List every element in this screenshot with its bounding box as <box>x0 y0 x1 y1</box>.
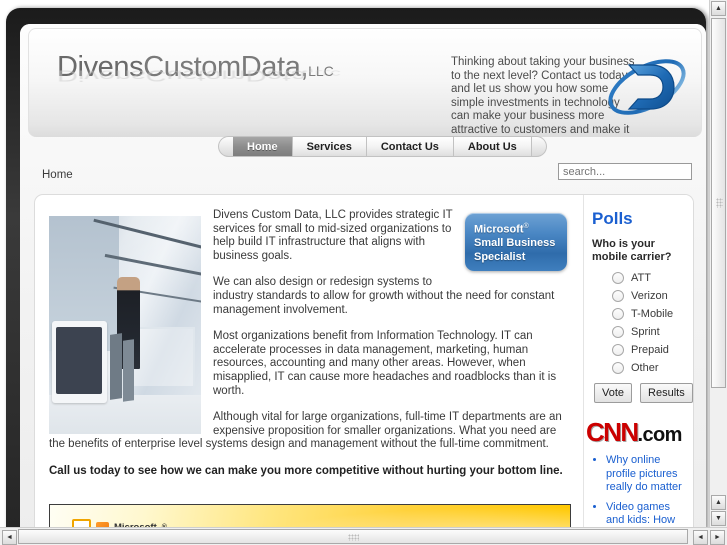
poll-option-t-mobile[interactable]: T-Mobile <box>612 308 687 320</box>
nav-item-about-us[interactable]: About Us <box>453 136 532 157</box>
cnn-logo-main: CNN <box>586 417 639 447</box>
vertical-scrollbar-thumb[interactable] <box>711 18 726 388</box>
cnn-logo-suffix: .com <box>637 424 683 446</box>
radio-icon-t-mobile[interactable] <box>612 308 624 320</box>
nav-item-home[interactable]: Home <box>233 136 293 157</box>
microsoft-small-business-specialist-badge: Microsoft® Small Business Specialist <box>465 213 567 271</box>
photo-panel-2 <box>123 339 135 403</box>
breadcrumb-row: Home <box>20 158 706 194</box>
main-content: Microsoft® Small Business Specialist Diven… <box>35 195 583 538</box>
badge-line-1: Microsoft <box>474 223 524 236</box>
poll-option-prepaid[interactable]: Prepaid <box>612 344 687 356</box>
logo-suffix: LLC <box>308 63 334 79</box>
scroll-up-arrow-icon[interactable]: ▲ <box>711 1 726 16</box>
cnn-logo[interactable]: CNN.com <box>586 419 687 445</box>
photo-monitor <box>52 320 107 404</box>
radio-icon-other[interactable] <box>612 362 624 374</box>
sidebar: Polls Who is your mobile carrier? ATT Ve… <box>583 195 693 538</box>
results-button[interactable]: Results <box>640 383 693 403</box>
badge-registered-mark: ® <box>523 223 529 230</box>
office-walkway-photo <box>49 216 201 434</box>
logo-regular-part: CustomData, <box>143 51 309 83</box>
browser-viewport: DivensCustomData,LLC DivensCustomData,LL… <box>0 0 727 545</box>
poll-option-label-sprint: Sprint <box>631 326 660 338</box>
scroll-right-arrow-icon[interactable]: ► <box>710 530 725 545</box>
polls-heading: Polls <box>592 209 633 228</box>
poll-option-label-att: ATT <box>631 272 651 284</box>
nav-left-cap <box>218 136 233 157</box>
site-logo-text: DivensCustomData,LLC <box>57 53 334 82</box>
nav-item-services[interactable]: Services <box>292 136 367 157</box>
scroll-left-arrow-icon-right[interactable]: ◄ <box>693 530 708 545</box>
nav-right-cap <box>531 136 547 157</box>
window-frame-inner: DivensCustomData,LLC DivensCustomData,LL… <box>20 24 706 538</box>
divens-d-orbit-logo-icon <box>608 59 686 115</box>
site-logo[interactable]: DivensCustomData,LLC DivensCustomData,LL… <box>57 53 341 85</box>
badge-line-3: Specialist <box>474 250 526 263</box>
scroll-left-arrow-icon[interactable]: ◄ <box>2 530 17 545</box>
cnn-news-widget: CNN.com Why online profile pictures real… <box>586 419 687 538</box>
poll-option-verizon[interactable]: Verizon <box>612 290 687 302</box>
logo-bold-part: Divens <box>57 51 144 83</box>
poll-option-label-t-mobile: T-Mobile <box>631 308 674 320</box>
radio-icon-sprint[interactable] <box>612 326 624 338</box>
vertical-scrollbar[interactable]: ▲ ▲ ▼ <box>709 0 727 528</box>
poll-option-label-verizon: Verizon <box>631 290 668 302</box>
badge-line-2: Small Business <box>474 237 556 250</box>
search-input[interactable] <box>558 163 692 180</box>
horizontal-scrollbar-thumb[interactable] <box>18 529 688 544</box>
poll-option-label-other: Other <box>631 362 659 374</box>
web-page: DivensCustomData,LLC DivensCustomData,LL… <box>20 24 706 538</box>
main-navigation[interactable]: Home Services Contact Us About Us <box>218 136 547 157</box>
scrollbar-grip-icon-horizontal <box>348 534 359 541</box>
nav-item-contact-us[interactable]: Contact Us <box>366 136 454 157</box>
breadcrumb[interactable]: Home <box>42 169 73 181</box>
scrollbar-grip-icon <box>716 198 723 208</box>
site-header: DivensCustomData,LLC DivensCustomData,LL… <box>28 28 702 137</box>
poll-option-label-prepaid: Prepaid <box>631 344 669 356</box>
poll-option-other[interactable]: Other <box>612 362 687 374</box>
radio-icon-att[interactable] <box>612 272 624 284</box>
window-frame: DivensCustomData,LLC DivensCustomData,LL… <box>6 8 706 538</box>
scroll-up-arrow-icon-bottom[interactable]: ▲ <box>711 495 726 510</box>
poll-option-att[interactable]: ATT <box>612 272 687 284</box>
poll-question: Who is your mobile carrier? <box>592 238 672 263</box>
horizontal-scrollbar[interactable]: ◄ ◄ ► <box>0 527 727 545</box>
call-to-action-text: Call us today to see how we can make you… <box>49 464 563 477</box>
scroll-down-arrow-icon[interactable]: ▼ <box>711 511 726 526</box>
poll-option-sprint[interactable]: Sprint <box>612 326 687 338</box>
content-card: Microsoft® Small Business Specialist Diven… <box>34 194 694 538</box>
cnn-headline-list: Why online profile pictures really do ma… <box>606 454 687 538</box>
photo-panel-1 <box>109 332 122 400</box>
radio-icon-verizon[interactable] <box>612 290 624 302</box>
radio-icon-prepaid[interactable] <box>612 344 624 356</box>
poll-buttons: Vote Results <box>594 383 693 403</box>
vote-button[interactable]: Vote <box>594 383 633 403</box>
cnn-headline-link[interactable]: Why online profile pictures really do ma… <box>606 454 687 495</box>
